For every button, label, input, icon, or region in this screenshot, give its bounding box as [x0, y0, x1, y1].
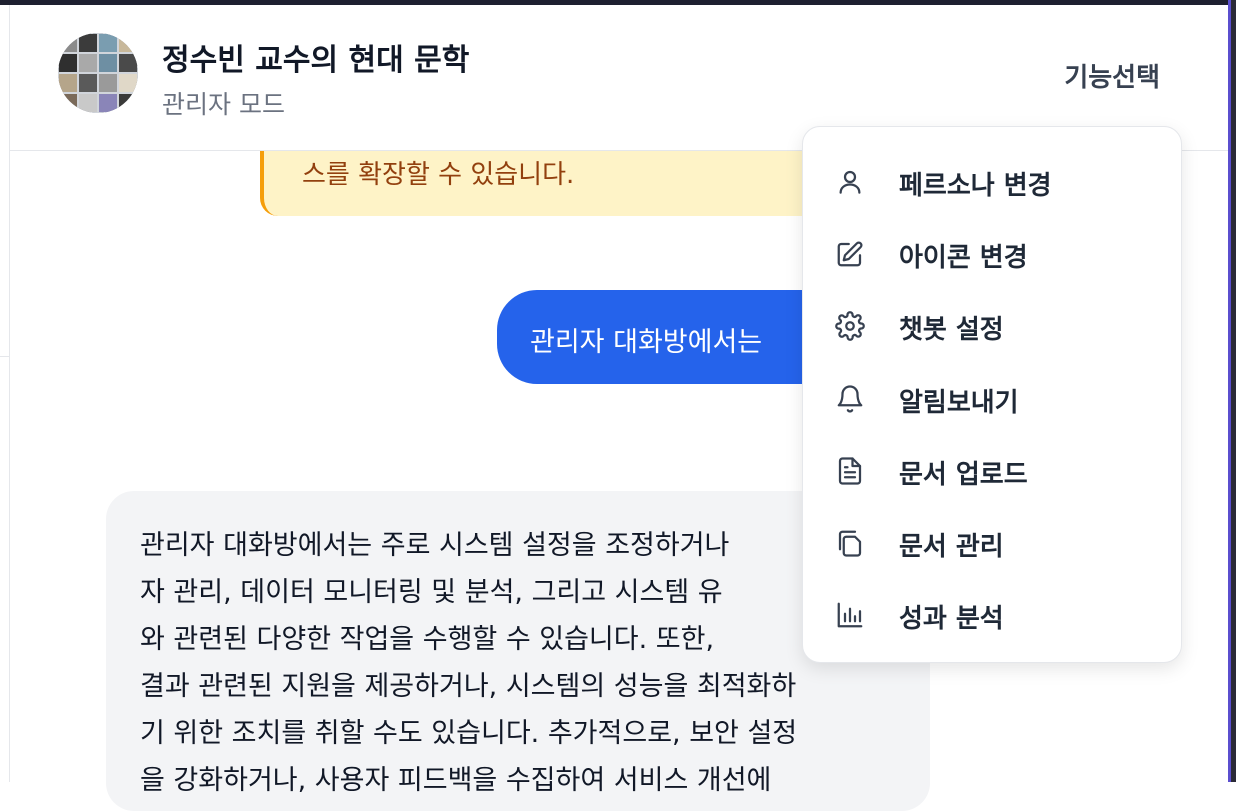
edit-icon — [835, 239, 865, 269]
copy-icon — [835, 528, 865, 558]
menu-item-label: 문서 업로드 — [899, 460, 1028, 490]
chatbot-title: 정수빈 교수의 현대 문학 — [162, 43, 470, 78]
bot-message-line: 기 위한 조치를 취할 수도 있습니다. 추가적으로, 보안 설정 — [140, 718, 798, 749]
gear-icon — [835, 311, 865, 341]
sidebar-divider-tick — [0, 356, 9, 357]
menu-item-label: 문서 관리 — [899, 532, 1004, 562]
menu-item-document-management[interactable]: 문서 관리 — [803, 512, 1181, 572]
user-message-text: 관리자 대화방에서는 — [530, 327, 763, 358]
mode-label: 관리자 모드 — [162, 90, 285, 119]
notice-text: 스를 확장할 수 있습니다. — [302, 160, 575, 190]
document-icon — [835, 456, 865, 486]
bot-message-line: 관리자 대화방에서는 주로 시스템 설정을 조정하거나 — [140, 530, 730, 561]
user-icon — [835, 167, 865, 197]
menu-item-performance-analysis[interactable]: 성과 분석 — [803, 584, 1181, 644]
menu-item-label: 챗봇 설정 — [899, 315, 1004, 345]
bell-icon — [835, 384, 865, 414]
menu-item-persona[interactable]: 페르소나 변경 — [803, 151, 1181, 211]
menu-item-label: 알림보내기 — [899, 388, 1019, 418]
bot-message-line: 자 관리, 데이터 모니터링 및 분석, 그리고 시스템 유 — [140, 577, 723, 608]
menu-item-icon-change[interactable]: 아이콘 변경 — [803, 223, 1181, 283]
menu-item-send-notification[interactable]: 알림보내기 — [803, 368, 1181, 428]
bot-message-line: 결과 관련된 지원을 제공하거나, 시스템의 성능을 최적화하 — [140, 671, 797, 702]
menu-item-label: 아이콘 변경 — [899, 243, 1028, 273]
menu-item-label: 성과 분석 — [899, 604, 1004, 634]
menu-item-document-upload[interactable]: 문서 업로드 — [803, 440, 1181, 500]
bot-message-line: 와 관련된 다양한 작업을 수행할 수 있습니다. 또한, — [140, 624, 715, 655]
feature-dropdown-menu: 페르소나 변경 아이콘 변경 챗봇 설정 알림보내기 문서 업로드 문서 관리 … — [802, 126, 1182, 663]
menu-item-label: 페르소나 변경 — [899, 171, 1052, 201]
window-right-edge — [1228, 0, 1236, 782]
notice-banner: 스를 확장할 수 있습니다. — [260, 150, 860, 216]
avatar[interactable] — [58, 33, 138, 113]
feature-select-button[interactable]: 기능선택 — [1064, 57, 1160, 94]
menu-item-chatbot-settings[interactable]: 챗봇 설정 — [803, 295, 1181, 355]
bot-message-line: 을 강화하거나, 사용자 피드백을 수집하여 서비스 개선에 — [140, 765, 772, 796]
bar-chart-icon — [835, 600, 865, 630]
